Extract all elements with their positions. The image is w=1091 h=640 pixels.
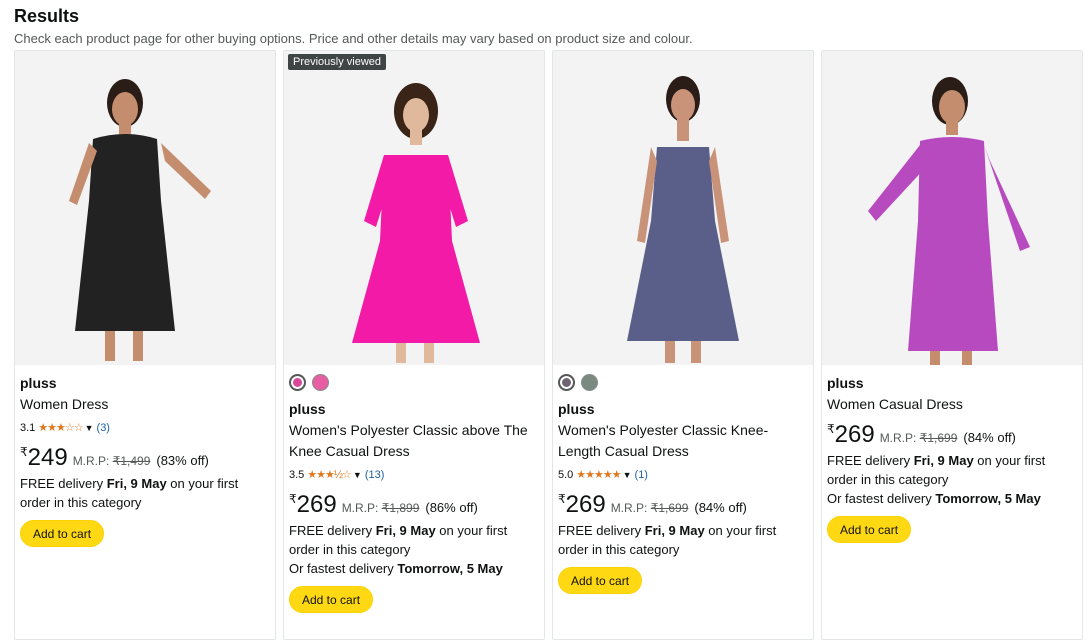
product-brand: pluss [20,375,57,391]
fastest-delivery-date: Tomorrow, 5 May [935,491,1041,506]
dress-illustration [69,79,211,361]
star-rating-icon: ★★★½☆ [307,469,352,481]
color-swatch[interactable] [558,373,575,391]
currency-symbol: ₹ [289,492,297,506]
delivery-date: Fri, 9 May [106,476,167,491]
price: 249 [27,444,68,471]
discount: (86% off) [425,500,478,515]
discount: (84% off) [694,500,747,515]
delivery-info: FREE delivery Fri, 9 May on your first o… [558,523,777,557]
price: 269 [296,491,337,518]
rating-count[interactable]: (13) [365,467,385,483]
delivery-info: FREE delivery Fri, 9 May on your first o… [827,453,1046,506]
delivery-info: FREE delivery Fri, 9 May on your first o… [289,523,508,576]
product-rating[interactable]: 3.5 ★★★½☆ ▼ (13) [289,467,539,483]
mrp: M.R.P: ₹1,699 [879,431,958,445]
product-brand: pluss [558,401,595,417]
product-card[interactable]: pluss Women Dress 3.1 ★★★☆☆ ▼ (3) ₹ 249 … [14,50,276,640]
mrp-value: ₹1,699 [919,431,958,445]
product-grid: pluss Women Dress 3.1 ★★★☆☆ ▼ (3) ₹ 249 … [14,50,1083,640]
add-to-cart-button[interactable]: Add to cart [20,520,105,547]
product-image[interactable]: Previously viewed [284,51,544,365]
mrp-value: ₹1,499 [112,454,151,468]
mrp-value: ₹1,899 [381,501,420,515]
dress-illustration [627,76,739,363]
product-card[interactable]: pluss Women's Polyester Classic Knee-Len… [552,50,814,640]
discount: (84% off) [963,430,1016,445]
product-title[interactable]: Women Dress [20,394,270,415]
delivery-date: Fri, 9 May [375,523,436,538]
star-rating-icon: ★★★☆☆ [38,422,83,434]
product-image[interactable] [553,51,813,365]
product-image[interactable] [15,51,275,365]
color-swatch[interactable] [289,373,306,391]
discount: (83% off) [156,453,209,468]
price: 269 [834,421,875,448]
previously-viewed-badge: Previously viewed [288,54,387,70]
price-row: ₹ 269 M.R.P: ₹1,699 (84% off) [558,491,808,519]
currency-symbol: ₹ [20,445,28,459]
product-title[interactable]: Women Casual Dress [827,394,1077,415]
price-row: ₹ 269 M.R.P: ₹1,699 (84% off) [827,421,1077,449]
product-title[interactable]: Women's Polyester Classic above The Knee… [289,420,539,462]
star-rating-icon: ★★★★★ [576,469,621,481]
color-swatch[interactable] [312,373,329,391]
rating-count[interactable]: (1) [635,467,648,483]
delivery-date: Fri, 9 May [644,523,705,538]
rating-value: 5.0 [558,469,574,481]
product-rating[interactable]: 3.1 ★★★☆☆ ▼ (3) [20,420,270,436]
price-row: ₹ 269 M.R.P: ₹1,899 (86% off) [289,491,539,519]
results-subtitle: Check each product page for other buying… [14,31,693,46]
dress-illustration [352,83,480,363]
delivery-info: FREE delivery Fri, 9 May on your first o… [20,476,239,510]
color-swatch[interactable] [581,373,598,391]
product-brand: pluss [827,375,864,391]
results-title: Results [14,6,80,26]
mrp: M.R.P: ₹1,899 [341,501,420,515]
product-rating[interactable]: 5.0 ★★★★★ ▼ (1) [558,467,808,483]
currency-symbol: ₹ [827,422,835,436]
rating-value: 3.5 [289,469,305,481]
rating-value: 3.1 [20,422,36,434]
price: 269 [565,491,606,518]
chevron-down-icon[interactable]: ▼ [353,467,362,483]
mrp: M.R.P: ₹1,499 [72,454,151,468]
product-brand: pluss [289,401,326,417]
product-card[interactable]: Previously viewed pluss Women's Polyeste… [283,50,545,640]
rating-count[interactable]: (3) [97,420,110,436]
add-to-cart-button[interactable]: Add to cart [558,567,643,594]
chevron-down-icon[interactable]: ▼ [623,467,632,483]
mrp: M.R.P: ₹1,699 [610,501,689,515]
color-swatches [558,373,808,391]
product-image[interactable] [822,51,1082,365]
product-card[interactable]: pluss Women Casual Dress ₹ 269 M.R.P: ₹1… [821,50,1083,640]
dress-illustration [868,77,1030,365]
fastest-delivery-date: Tomorrow, 5 May [397,561,503,576]
product-title[interactable]: Women's Polyester Classic Knee-Length Ca… [558,420,808,462]
chevron-down-icon[interactable]: ▼ [85,420,94,436]
mrp-value: ₹1,699 [650,501,689,515]
add-to-cart-button[interactable]: Add to cart [827,516,912,543]
color-swatches [289,373,539,391]
currency-symbol: ₹ [558,492,566,506]
results-header: Results Check each product page for othe… [14,6,1074,47]
price-row: ₹ 249 M.R.P: ₹1,499 (83% off) [20,444,270,472]
add-to-cart-button[interactable]: Add to cart [289,586,374,613]
delivery-date: Fri, 9 May [913,453,974,468]
